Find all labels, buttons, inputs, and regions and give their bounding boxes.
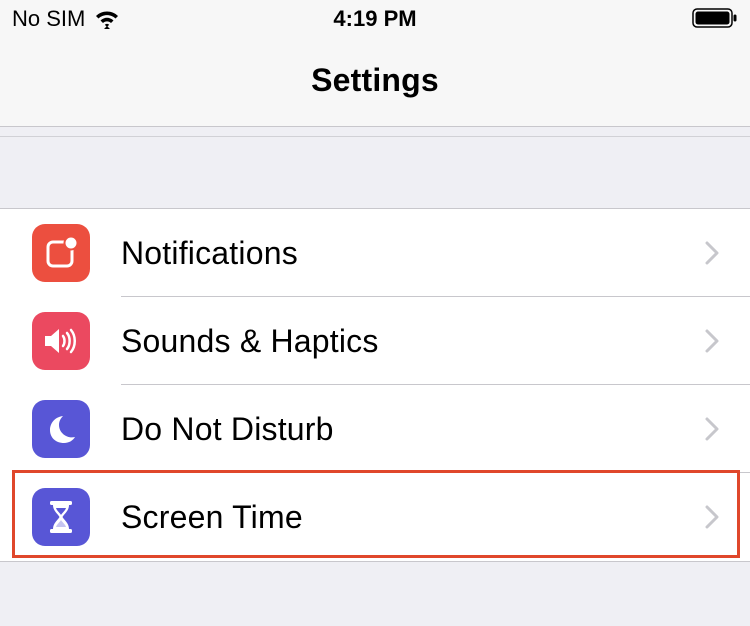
hourglass-icon (32, 488, 90, 546)
settings-row-do-not-disturb[interactable]: Do Not Disturb (0, 385, 750, 473)
settings-row-sounds-haptics[interactable]: Sounds & Haptics (0, 297, 750, 385)
page-title: Settings (311, 62, 439, 98)
section-divider (0, 136, 750, 137)
chevron-right-icon (705, 329, 719, 353)
settings-row-screen-time[interactable]: Screen Time (0, 473, 750, 561)
status-bar: No SIM 4:19 PM (0, 0, 750, 36)
chevron-right-icon (705, 505, 719, 529)
settings-list: Notifications Sounds & Haptics Do Not Di… (0, 208, 750, 562)
chevron-right-icon (705, 417, 719, 441)
row-label: Notifications (121, 235, 298, 271)
settings-screen: No SIM 4:19 PM Settings Notifications So… (0, 0, 750, 626)
moon-icon (32, 400, 90, 458)
chevron-right-icon (705, 241, 719, 265)
settings-row-notifications[interactable]: Notifications (0, 209, 750, 297)
status-time: 4:19 PM (333, 6, 417, 31)
battery-icon (692, 8, 737, 28)
row-label: Screen Time (121, 499, 303, 535)
row-label: Sounds & Haptics (121, 323, 379, 359)
navigation-header: No SIM 4:19 PM Settings (0, 0, 750, 127)
notifications-icon (32, 224, 90, 282)
row-label: Do Not Disturb (121, 411, 334, 447)
speaker-icon (32, 312, 90, 370)
